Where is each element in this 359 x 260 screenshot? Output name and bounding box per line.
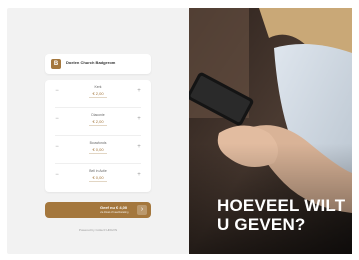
give-button-label: Geef nu € 4,00	[100, 205, 128, 210]
donation-item-bell-in-actie: − Bell in Actie € 0,00 +	[45, 164, 151, 190]
arrow-right-icon: ›	[137, 205, 147, 215]
donation-item-diaconie: − Diaconie € 2,00 +	[45, 108, 151, 134]
headline-line-2: U GEVEN?	[217, 215, 306, 234]
church-logo: B	[51, 59, 61, 69]
plus-icon[interactable]: +	[134, 86, 144, 96]
plus-icon[interactable]: +	[134, 142, 144, 152]
give-button-sublabel: via iDeal of kaartbetaling	[100, 210, 129, 214]
donation-item-kerk: − Kerk € 2,00 +	[45, 80, 151, 106]
plus-icon[interactable]: +	[134, 114, 144, 124]
headline-line-1: HOEVEEL WILT	[217, 196, 346, 215]
donation-items: − Kerk € 2,00 + − Diaconie € 2,00 + − Bo…	[45, 80, 151, 192]
donation-item-bouwfonds: − Bouwfonds € 0,00 +	[45, 136, 151, 162]
give-now-button[interactable]: Geef nu € 4,00 via iDeal of kaartbetalin…	[45, 202, 151, 218]
church-header: B Doelen Church Badgerom	[45, 54, 151, 74]
plus-icon[interactable]: +	[134, 170, 144, 180]
powered-by: Powered by Collect! HDGVN	[78, 228, 118, 232]
hero-headline: HOEVEEL WILT U GEVEN?	[217, 196, 357, 234]
page: B Doelen Church Badgerom − Kerk € 2,00 +…	[0, 0, 359, 260]
church-name: Doelen Church Badgerom	[66, 60, 116, 65]
